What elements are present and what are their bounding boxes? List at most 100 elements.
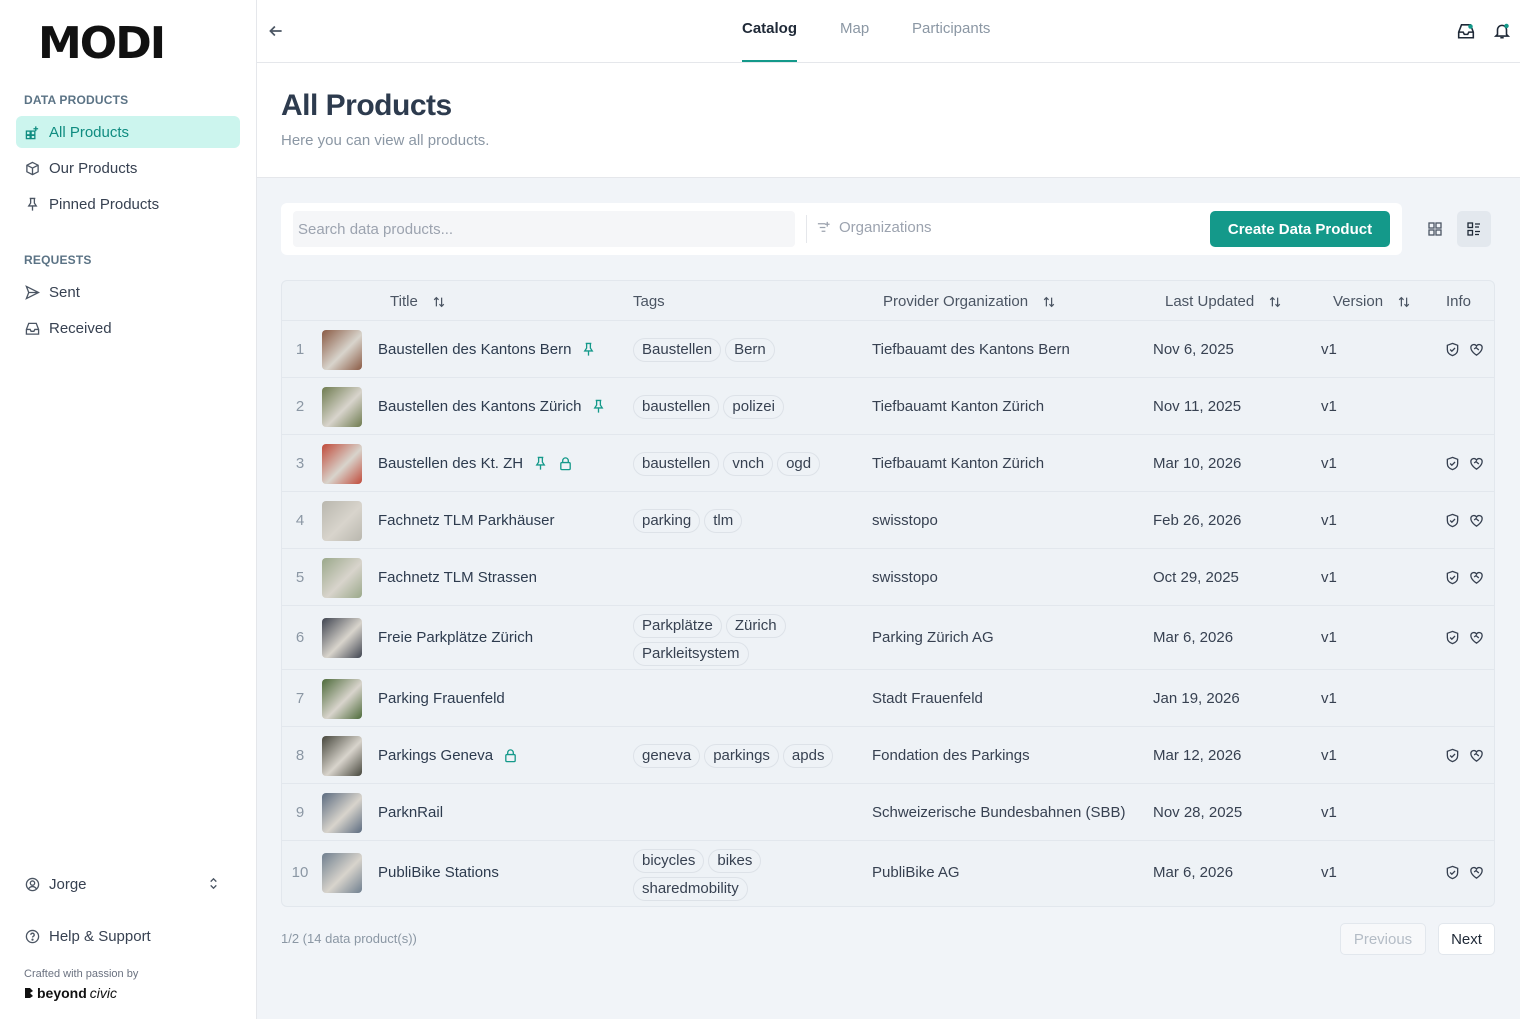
help-icon: [25, 929, 40, 943]
product-title[interactable]: Baustellen des Kt. ZH: [378, 455, 523, 472]
sidebar-item-sent[interactable]: Sent: [16, 276, 240, 308]
last-updated: Nov 28, 2025: [1153, 803, 1243, 821]
info-icons: [1445, 456, 1484, 471]
help-support-link[interactable]: Help & Support: [16, 920, 240, 952]
shield-check-icon[interactable]: [1445, 570, 1460, 585]
shield-check-icon[interactable]: [1445, 748, 1460, 763]
table-row[interactable]: 7 Parking Frauenfeld Stadt Frauenfeld Jan 1…: [282, 670, 1494, 727]
tab-participants[interactable]: Participants: [912, 20, 990, 62]
pin-icon[interactable]: [533, 456, 548, 471]
table-row[interactable]: 5 Fachnetz TLM Strassen swisstopo Oct 29, 2…: [282, 549, 1494, 606]
product-title[interactable]: ParknRail: [378, 804, 443, 821]
sidebar-item-pinned-products[interactable]: Pinned Products: [16, 188, 240, 220]
user-menu[interactable]: Jorge: [16, 868, 240, 900]
shield-check-icon[interactable]: [1445, 630, 1460, 645]
product-title-cell[interactable]: Baustellen des Kantons Bern: [378, 341, 596, 358]
logo[interactable]: MODI: [38, 22, 166, 66]
table-row[interactable]: 8 Parkings Geneva geneva parkings apds Fondat…: [282, 727, 1494, 784]
tab-catalog[interactable]: Catalog: [742, 20, 798, 62]
product-title-cell[interactable]: Parkings Geneva: [378, 747, 518, 764]
arrow-left-icon[interactable]: [267, 22, 285, 40]
table-row[interactable]: 1 Baustellen des Kantons Bern Baustellen Be…: [282, 321, 1494, 378]
product-title-cell[interactable]: Baustellen des Kantons Zürich: [378, 398, 606, 415]
tag: baustellen: [633, 451, 720, 476]
product-title[interactable]: Baustellen des Kantons Zürich: [378, 398, 581, 415]
column-info-label: Info: [1446, 293, 1472, 310]
product-title[interactable]: Parkings Geneva: [378, 747, 493, 764]
product-title[interactable]: Fachnetz TLM Strassen: [378, 569, 537, 586]
table-row[interactable]: 9 ParknRail Schweizerische Bundesbahnen (S…: [282, 784, 1494, 841]
product-thumbnail: [322, 853, 362, 893]
product-title-cell[interactable]: Baustellen des Kt. ZH: [378, 455, 573, 472]
sidebar-item-our-products[interactable]: Our Products: [16, 152, 240, 184]
shield-check-icon[interactable]: [1445, 865, 1460, 880]
scrollbar[interactable]: [1520, 0, 1535, 1019]
tag: Baustellen: [633, 337, 722, 362]
list-view-button[interactable]: [1457, 211, 1491, 247]
tag: polizei: [723, 394, 784, 419]
product-title[interactable]: Parking Frauenfeld: [378, 690, 505, 707]
product-title[interactable]: PubliBike Stations: [378, 864, 499, 881]
tab-map[interactable]: Map: [840, 20, 869, 62]
table-row[interactable]: 10 PubliBike Stations bicycles bikes sharedm…: [282, 841, 1494, 905]
section-requests: REQUESTS: [24, 253, 92, 267]
send-icon: [25, 284, 40, 300]
search-input[interactable]: [293, 211, 795, 247]
sidebar-item-all-products[interactable]: All Products: [16, 116, 240, 148]
product-title[interactable]: Freie Parkplätze Zürich: [378, 629, 533, 646]
table-row[interactable]: 4 Fachnetz TLM Parkhäuser parking tlm swisst…: [282, 492, 1494, 549]
heart-handshake-icon[interactable]: [1469, 630, 1484, 645]
product-title[interactable]: Baustellen des Kantons Bern: [378, 341, 571, 358]
product-thumbnail: [322, 500, 362, 541]
column-last-updated[interactable]: Last Updated: [1165, 293, 1282, 310]
previous-button[interactable]: Previous: [1340, 923, 1426, 955]
heart-handshake-icon[interactable]: [1469, 456, 1484, 471]
inbox-notification-icon[interactable]: [1457, 22, 1475, 40]
product-thumbnail: [322, 386, 362, 427]
pin-icon[interactable]: [581, 342, 596, 357]
version: v1: [1321, 746, 1337, 764]
product-title-cell[interactable]: Parking Frauenfeld: [378, 690, 505, 707]
column-title[interactable]: Title: [390, 293, 446, 310]
grid-view-button[interactable]: [1418, 211, 1452, 247]
brand-logo[interactable]: beyond civic: [24, 985, 117, 1001]
sidebar-item-received[interactable]: Received: [16, 312, 240, 344]
bell-icon[interactable]: [1493, 22, 1511, 40]
table-row[interactable]: 2 Baustellen des Kantons Zürich baustellen…: [282, 378, 1494, 435]
tag: sharedmobility: [633, 877, 748, 901]
next-button[interactable]: Next: [1438, 923, 1495, 955]
sort-icon: [433, 296, 445, 307]
column-provider[interactable]: Provider Organization: [883, 293, 1056, 310]
provider-org: swisstopo: [872, 568, 938, 586]
product-title-cell[interactable]: PubliBike Stations: [378, 864, 499, 881]
product-thumbnail: [322, 329, 362, 370]
heart-handshake-icon[interactable]: [1469, 342, 1484, 357]
product-title-cell[interactable]: Fachnetz TLM Strassen: [378, 569, 537, 586]
table-row[interactable]: 6 Freie Parkplätze Zürich Parkplätze Zürich…: [282, 606, 1494, 670]
heart-handshake-icon[interactable]: [1469, 748, 1484, 763]
heart-handshake-icon[interactable]: [1469, 570, 1484, 585]
table-row[interactable]: 3 Baustellen des Kt. ZH baustellen vnch ogd T…: [282, 435, 1494, 492]
organizations-filter[interactable]: Organizations: [816, 219, 932, 236]
heart-handshake-icon[interactable]: [1469, 865, 1484, 880]
table-header: Title Tags Provider Organization Last Up…: [282, 281, 1494, 321]
column-version-label: Version: [1333, 293, 1384, 310]
tag-list: Baustellen Bern: [633, 337, 863, 362]
heart-handshake-icon[interactable]: [1469, 513, 1484, 528]
shield-check-icon[interactable]: [1445, 342, 1460, 357]
product-title-cell[interactable]: Fachnetz TLM Parkhäuser: [378, 512, 554, 529]
info-icons: [1445, 513, 1484, 528]
product-title-cell[interactable]: Freie Parkplätze Zürich: [378, 629, 533, 646]
sidebar-item-label: Our Products: [49, 159, 138, 177]
shield-check-icon[interactable]: [1445, 456, 1460, 471]
brand-mark-icon: [25, 988, 33, 998]
pin-icon[interactable]: [591, 399, 606, 414]
column-version[interactable]: Version: [1333, 293, 1411, 310]
shield-check-icon[interactable]: [1445, 513, 1460, 528]
brand-b: civic: [89, 985, 118, 1001]
product-title-cell[interactable]: ParknRail: [378, 804, 443, 821]
tag-list: bicycles bikes sharedmobility: [633, 849, 863, 901]
product-title[interactable]: Fachnetz TLM Parkhäuser: [378, 512, 554, 529]
create-data-product-button[interactable]: Create Data Product: [1210, 211, 1390, 247]
tag: vnch: [723, 451, 774, 476]
